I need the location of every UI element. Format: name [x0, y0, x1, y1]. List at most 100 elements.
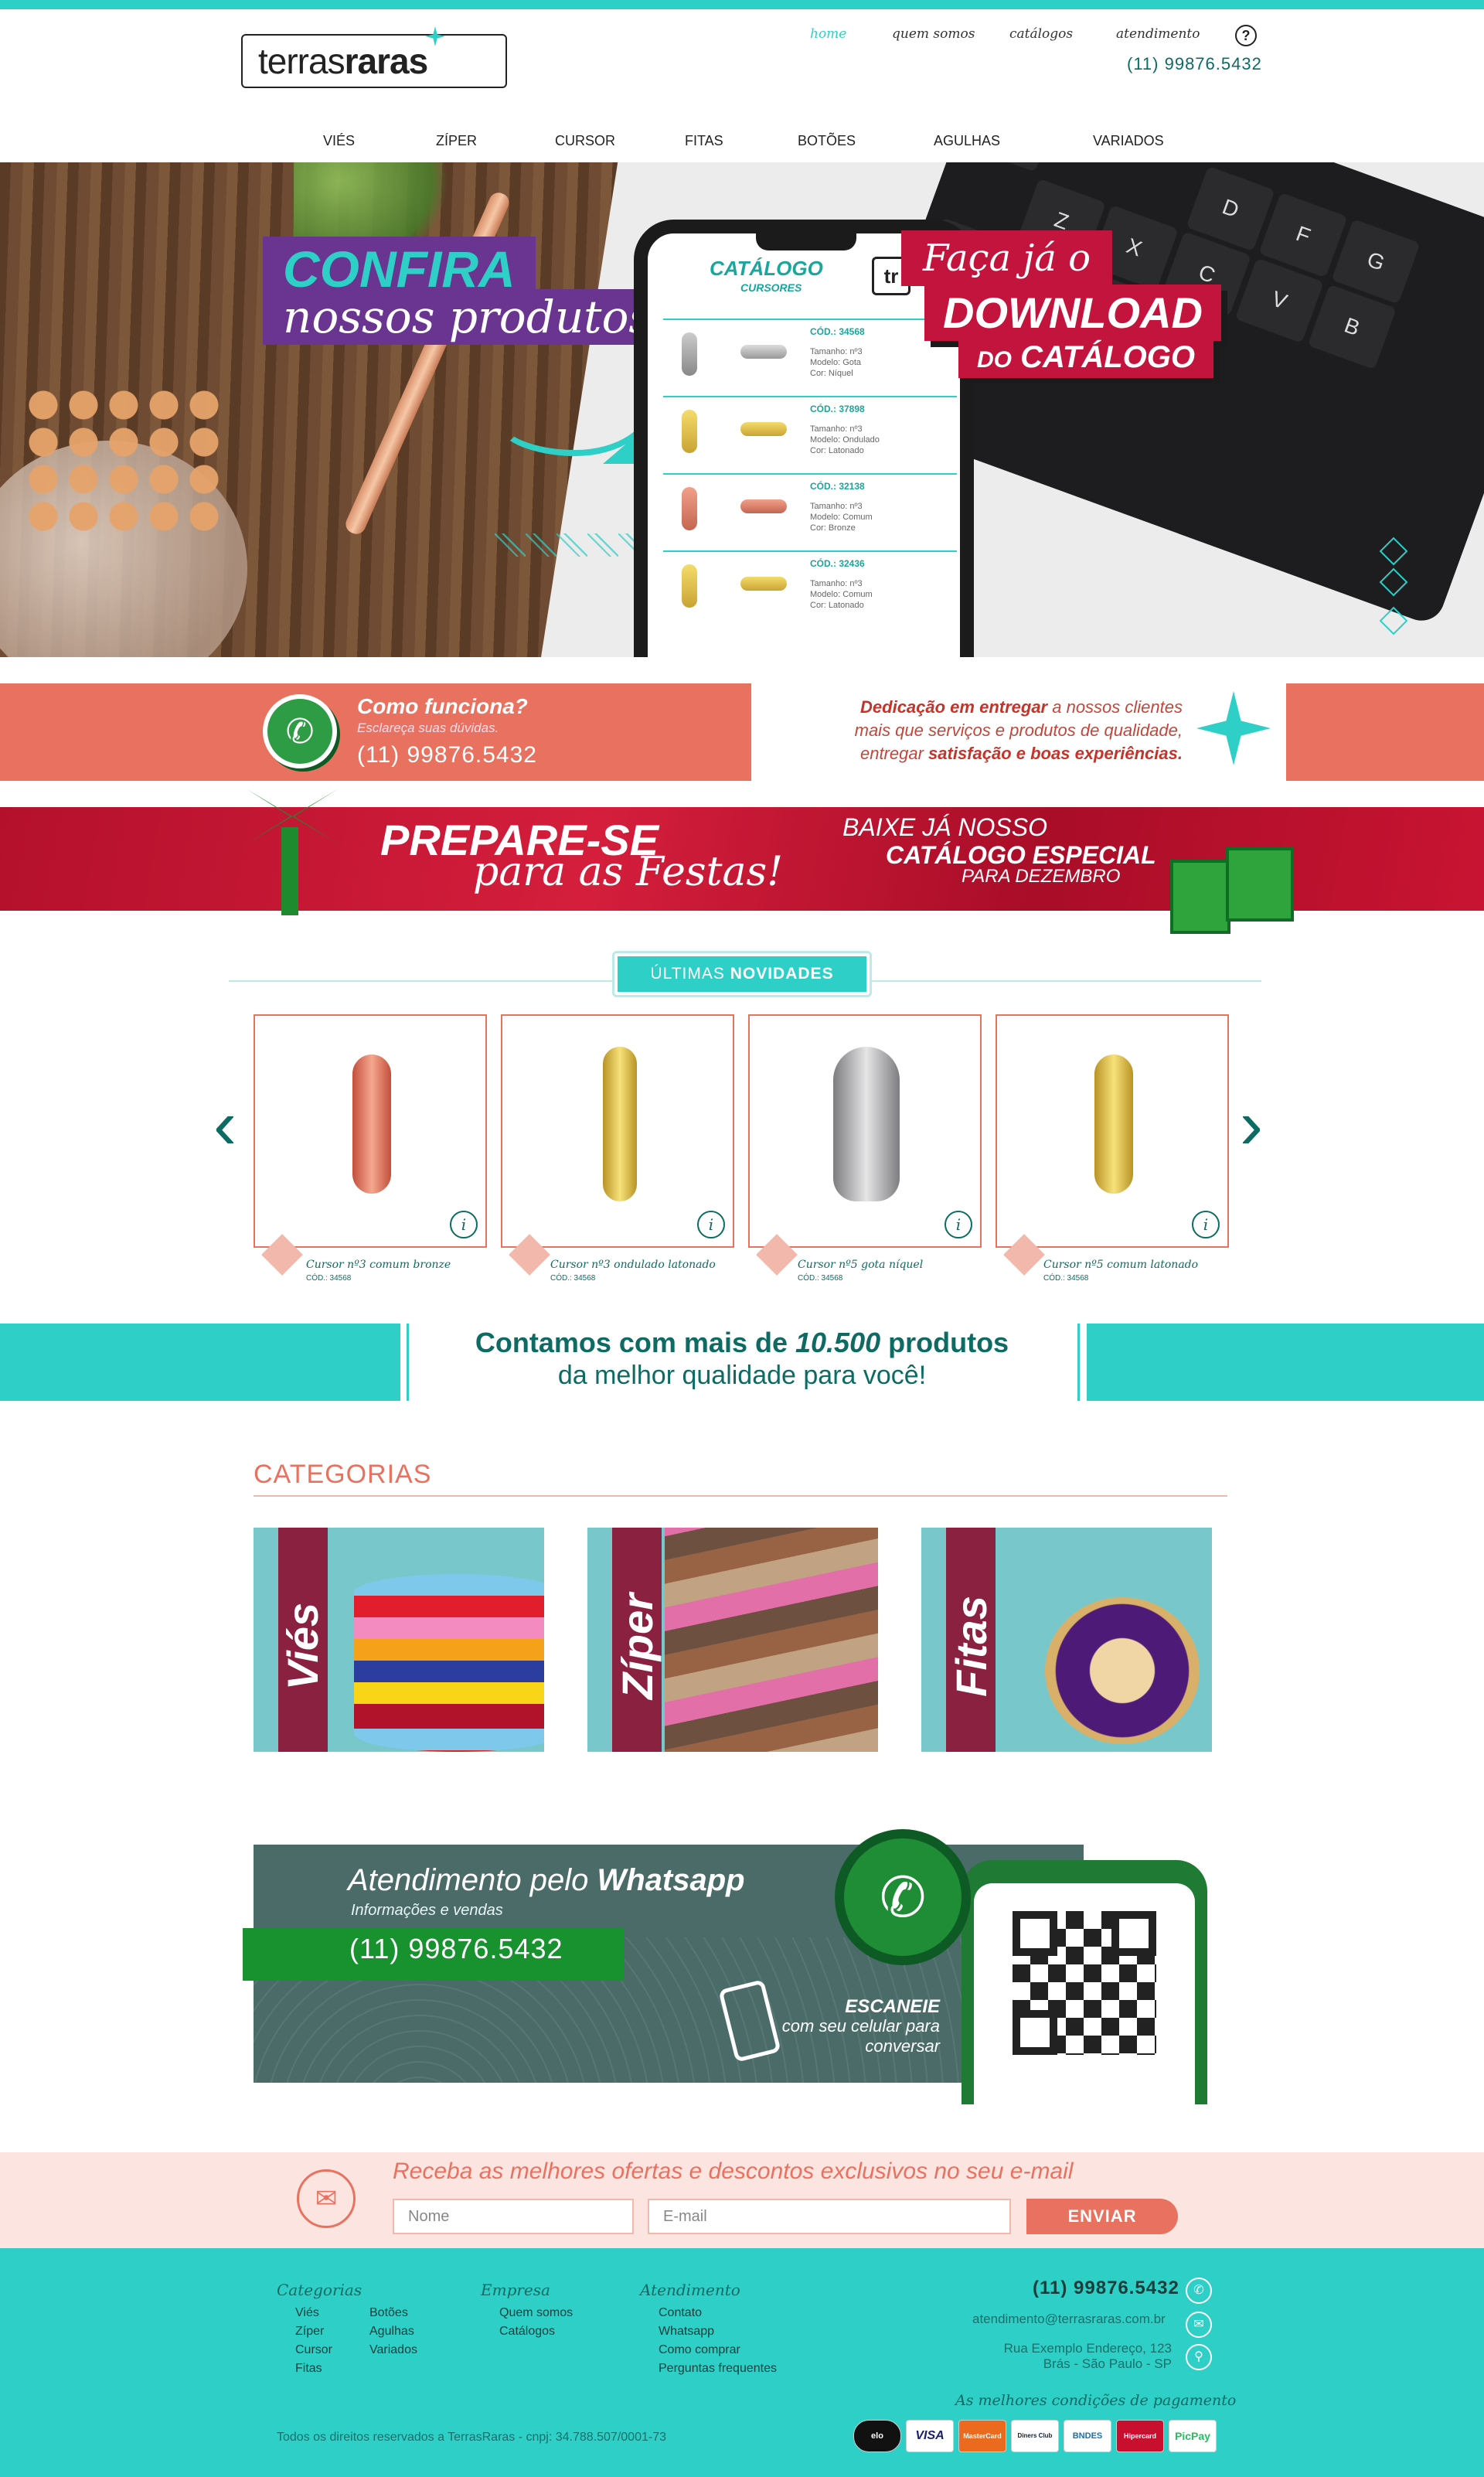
footer-email[interactable]: atendimento@terrasraras.com.br — [972, 2312, 1166, 2327]
catalog-row: CÓD.: 34568 Tamanho: nº3 Modelo: Gota Cor… — [663, 319, 957, 390]
footer-link-fitas[interactable]: Fitas — [295, 2359, 322, 2378]
whatsapp-phone[interactable]: (11) 99876.5432 — [349, 1933, 563, 1965]
footer-link-cursor[interactable]: Cursor — [295, 2341, 332, 2359]
logo-light-text: terras — [258, 41, 345, 81]
carousel-next-icon[interactable]: › — [1240, 1090, 1263, 1160]
footer-link-vies[interactable]: Viés — [295, 2304, 319, 2322]
scan-sublabel: com seu celular para conversar — [781, 2016, 940, 2056]
footer-link-faq[interactable]: Perguntas frequentes — [659, 2359, 777, 2378]
whatsapp-subtitle: Informações e vendas — [351, 1902, 503, 1919]
newsletter-submit-button[interactable]: ENVIAR — [1026, 2199, 1178, 2234]
info-icon[interactable]: i — [945, 1211, 972, 1238]
payment-elo-icon: elo — [853, 2420, 901, 2452]
counter-headline: Contamos com mais de 10.500 produtos — [475, 1327, 1009, 1358]
gift-box-icon — [1226, 847, 1294, 922]
product-name[interactable]: Cursor nº3 comum bronze — [306, 1259, 451, 1271]
nav-home[interactable]: home — [810, 26, 846, 42]
sparkle-star-icon — [1196, 691, 1271, 765]
product-name[interactable]: Cursor nº5 comum latonado — [1043, 1259, 1198, 1271]
menu-fitas[interactable]: FITAS — [685, 133, 723, 149]
counter-band-left — [0, 1324, 400, 1401]
header-phone[interactable]: (11) 99876.5432 — [1127, 54, 1262, 74]
whatsapp-large-icon[interactable]: ✆ — [835, 1829, 971, 1965]
newsletter-email-input[interactable]: E-mail — [648, 2199, 1011, 2234]
menu-vies[interactable]: VIÉS — [323, 133, 355, 149]
footer-categories-heading: Categorias — [277, 2281, 362, 2299]
location-pin-icon[interactable]: ⚲ — [1186, 2344, 1212, 2370]
payment-title: As melhores condições de pagamento — [955, 2392, 1237, 2409]
zipper-pull-image — [352, 1055, 391, 1194]
product-card[interactable]: i — [501, 1014, 734, 1248]
festas-baixe: BAIXE JÁ NOSSO — [842, 813, 1047, 841]
payment-hipercard-icon: Hipercard — [1116, 2420, 1164, 2452]
info-icon[interactable]: i — [1192, 1211, 1220, 1238]
info-icon[interactable]: i — [697, 1211, 725, 1238]
menu-agulhas[interactable]: AGULHAS — [934, 133, 1000, 149]
footer-link-contato[interactable]: Contato — [659, 2304, 702, 2322]
footer-link-agulhas[interactable]: Agulhas — [369, 2322, 414, 2341]
info-icon[interactable]: i — [450, 1211, 478, 1238]
menu-botoes[interactable]: BOTÕES — [798, 133, 856, 149]
payment-visa-icon: VISA — [906, 2420, 954, 2452]
nav-atendimento[interactable]: atendimento — [1116, 26, 1200, 42]
footer-address: Rua Exemplo Endereço, 123 Brás - São Paul… — [1003, 2341, 1172, 2371]
product-card[interactable]: i — [996, 1014, 1229, 1248]
help-icon[interactable]: ? — [1235, 25, 1257, 46]
festas-para: para as Festas! — [473, 849, 784, 895]
footer-link-whatsapp[interactable]: Whatsapp — [659, 2322, 714, 2341]
footer-link-quem-somos[interactable]: Quem somos — [499, 2304, 573, 2322]
hero-download[interactable]: DOWNLOAD — [924, 284, 1221, 341]
email-icon[interactable]: ✉ — [1186, 2312, 1212, 2338]
footer-link-botoes[interactable]: Botões — [369, 2304, 408, 2322]
divider-line — [229, 980, 612, 982]
top-accent-strip — [0, 0, 1484, 9]
category-label: Fitas — [946, 1596, 996, 1697]
footer-phone[interactable]: (11) 99876.5432 — [1033, 2278, 1179, 2299]
whatsapp-icon[interactable]: ✆ — [1186, 2278, 1212, 2304]
category-card-ziper[interactable]: Zíper — [587, 1528, 878, 1752]
menu-ziper[interactable]: ZÍPER — [436, 133, 477, 149]
catalog-title: CATÁLOGO — [710, 257, 823, 280]
whatsapp-icon[interactable]: ✆ — [263, 694, 337, 768]
carousel-prev-icon[interactable]: ‹ — [213, 1090, 237, 1160]
qr-phone — [962, 1860, 1207, 2104]
nav-quem-somos[interactable]: quem somos — [892, 26, 975, 42]
zippers-image — [665, 1528, 878, 1752]
product-code: CÓD.: 34568 — [798, 1274, 843, 1283]
counter-subline: da melhor qualidade para você! — [557, 1361, 927, 1390]
footer-link-catalogos[interactable]: Catálogos — [499, 2322, 555, 2341]
product-card[interactable]: i — [748, 1014, 982, 1248]
category-card-fitas[interactable]: Fitas — [921, 1528, 1212, 1752]
copper-beads — [23, 387, 224, 533]
nav-catalogos[interactable]: catálogos — [1009, 26, 1073, 42]
envelope-icon: ✉ — [297, 2169, 356, 2228]
ribbon-spools-image — [1045, 1597, 1200, 1744]
product-name[interactable]: Cursor nº3 ondulado latonado — [550, 1259, 716, 1271]
novidades-badge: ÚLTIMAS NOVIDADES — [612, 951, 872, 997]
hero-banner[interactable]: Ù Z D F G X C V B alt cmd ⌘ CONFIRA noss… — [0, 162, 1484, 657]
payment-diners-icon: Diners Club — [1011, 2420, 1059, 2452]
footer-link-como-comprar[interactable]: Como comprar — [659, 2341, 740, 2359]
category-card-vies[interactable]: Viés — [254, 1528, 544, 1752]
footer-link-ziper[interactable]: Zíper — [295, 2322, 324, 2341]
catalog-row: CÓD.: 32138 Tamanho: nº3 Modelo: Comum Co… — [663, 473, 957, 544]
scan-label: ESCANEIE — [845, 1996, 940, 2017]
divider-line — [407, 1324, 409, 1401]
catalog-subtitle: CURSORES — [740, 281, 802, 294]
product-card[interactable]: i — [254, 1014, 487, 1248]
logo[interactable]: terras raras — [241, 26, 507, 88]
newsletter-name-input[interactable]: Nome — [393, 2199, 634, 2234]
footer-link-variados[interactable]: Variados — [369, 2341, 417, 2359]
newsletter-title: Receba as melhores ofertas e descontos e… — [393, 2158, 1074, 2184]
qr-finder — [1013, 1911, 1057, 1956]
product-code: CÓD.: 34568 — [550, 1274, 596, 1283]
info-question: Como funciona? — [357, 694, 528, 718]
info-phone[interactable]: (11) 99876.5432 — [357, 742, 537, 768]
key-u: Ù — [968, 162, 1057, 172]
menu-cursor[interactable]: CURSOR — [555, 133, 615, 149]
dedication-text: Dedicação em entregar a nossos clientes m… — [854, 697, 1183, 763]
menu-variados[interactable]: VARIADOS — [1093, 133, 1164, 149]
hero-do-catalogo[interactable]: DO CATÁLOGO — [958, 337, 1214, 378]
product-name[interactable]: Cursor nº5 gota níquel — [798, 1259, 923, 1271]
info-strip-right — [1286, 683, 1484, 781]
